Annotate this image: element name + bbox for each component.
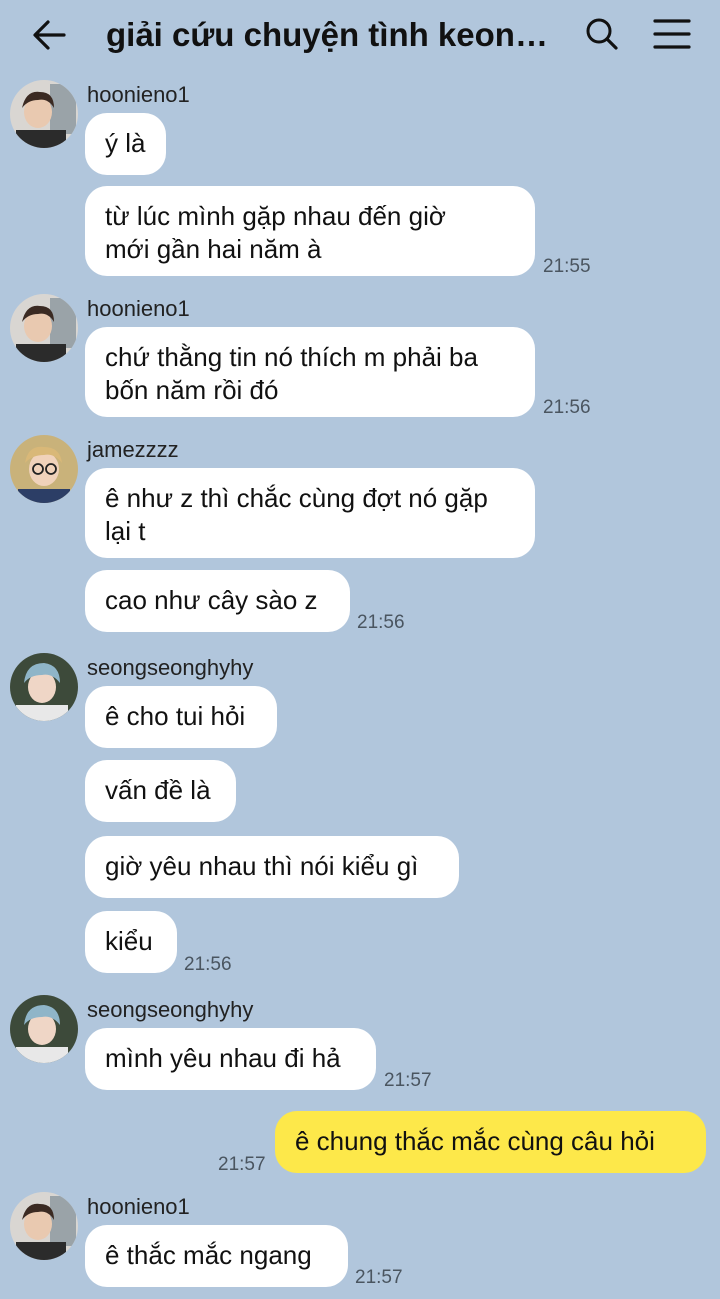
message-text: từ lúc mình gặp nhau đến giờ — [105, 201, 446, 231]
message-text: ê cho tui hỏi — [105, 701, 246, 731]
avatar-image — [10, 294, 78, 362]
message-text: cao như cây sào z — [105, 585, 318, 615]
message-text: mình yêu nhau đi hả — [105, 1043, 341, 1073]
message-text: vấn đề là — [105, 775, 211, 805]
avatar-image — [10, 1192, 78, 1260]
message-bubble[interactable]: ê thắc mắc ngang — [85, 1225, 348, 1287]
message-bubble[interactable]: mình yêu nhau đi hả — [85, 1028, 376, 1090]
sender-name: seongseonghyhy — [87, 655, 254, 680]
arrow-left-icon — [33, 20, 66, 50]
avatar[interactable] — [10, 1192, 78, 1260]
message-text: bốn năm rồi đó — [105, 375, 279, 405]
message-timestamp: 21:56 — [357, 612, 405, 633]
message-bubble[interactable]: kiểu — [85, 911, 177, 973]
message-timestamp: 21:57 — [384, 1070, 432, 1091]
sender-name: seongseonghyhy — [87, 997, 254, 1022]
message-text: ê chung thắc mắc cùng câu hỏi — [295, 1126, 655, 1156]
my-message-bubble[interactable]: ê chung thắc mắc cùng câu hỏi — [275, 1111, 706, 1173]
sender-name: hoonieno1 — [87, 82, 190, 107]
avatar[interactable] — [10, 995, 78, 1063]
avatar-image — [10, 653, 78, 721]
message-bubble[interactable]: ý là — [85, 113, 166, 175]
message-timestamp: 21:56 — [543, 397, 591, 418]
message-text: ê như z thì chắc cùng đợt nó gặp — [105, 483, 488, 513]
message-text: kiểu — [105, 926, 153, 956]
avatar[interactable] — [10, 653, 78, 721]
message-bubble[interactable]: ê như z thì chắc cùng đợt nó gặp lại t — [85, 468, 535, 558]
chat-header: giải cứu chuyện tình keonh… — [0, 0, 720, 70]
message-bubble[interactable]: cao như cây sào z — [85, 570, 350, 632]
avatar[interactable] — [10, 80, 78, 148]
message-bubble[interactable]: vấn đề là — [85, 760, 236, 822]
message-bubble[interactable]: ê cho tui hỏi — [85, 686, 277, 748]
avatar-image — [10, 995, 78, 1063]
message-bubble[interactable]: chứ thằng tin nó thích m phải ba bốn năm… — [85, 327, 535, 417]
message-text: lại t — [105, 516, 146, 546]
message-timestamp: 21:57 — [218, 1154, 266, 1175]
sender-name: hoonieno1 — [87, 296, 190, 321]
search-button[interactable] — [580, 12, 624, 56]
message-text: mới gần hai năm à — [105, 234, 322, 264]
message-text: giờ yêu nhau thì nói kiểu gì — [105, 851, 419, 881]
message-timestamp: 21:56 — [184, 954, 232, 975]
avatar[interactable] — [10, 294, 78, 362]
message-bubble[interactable]: giờ yêu nhau thì nói kiểu gì — [85, 836, 459, 898]
chat-title: giải cứu chuyện tình keonh… — [106, 16, 556, 53]
sender-name: jamezzzz — [87, 437, 179, 462]
avatar-image — [10, 80, 78, 148]
message-text: ê thắc mắc ngang — [105, 1240, 312, 1270]
message-bubble[interactable]: từ lúc mình gặp nhau đến giờ mới gần hai… — [85, 186, 535, 276]
back-button[interactable] — [28, 15, 72, 55]
search-icon — [586, 18, 618, 50]
message-text: chứ thằng tin nó thích m phải ba — [105, 342, 478, 372]
menu-button[interactable] — [648, 12, 696, 56]
avatar[interactable] — [10, 435, 78, 503]
avatar-image — [10, 435, 78, 503]
message-timestamp: 21:57 — [355, 1267, 403, 1288]
message-text: ý là — [105, 128, 146, 158]
message-timestamp: 21:55 — [543, 256, 591, 277]
hamburger-menu-icon — [653, 19, 691, 49]
sender-name: hoonieno1 — [87, 1194, 190, 1219]
